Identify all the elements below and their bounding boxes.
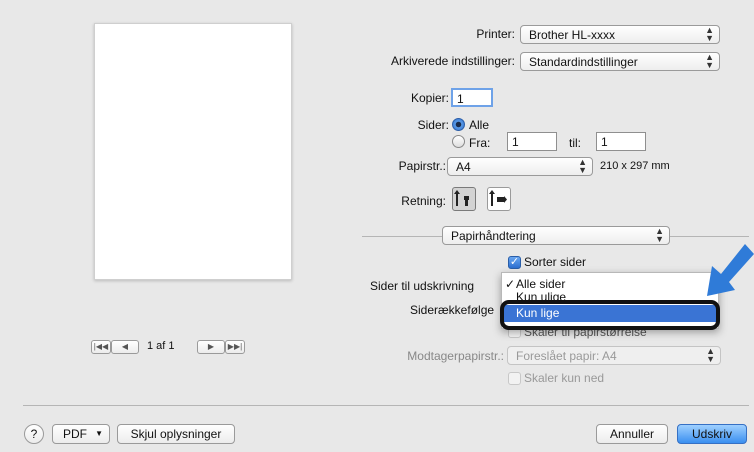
portrait-icon xyxy=(454,190,469,206)
pages-from-label: Fra: xyxy=(469,136,491,150)
scale-down-label: Skaler kun ned xyxy=(524,371,605,385)
print-preview xyxy=(94,23,292,280)
pages-to-print-label: Sider til udskrivning xyxy=(370,279,475,293)
pages-from-input[interactable]: 1 xyxy=(507,132,557,151)
page-order-label: Siderækkefølge xyxy=(410,303,495,317)
next-page-button[interactable]: ▶ xyxy=(197,340,225,354)
presets-label: Arkiverede indstillinger: xyxy=(390,54,515,68)
landscape-orientation-button[interactable] xyxy=(487,187,511,211)
collate-checkbox[interactable]: ✓ xyxy=(508,256,521,269)
presets-value: Standardindstillinger xyxy=(529,55,638,69)
paper-size-select[interactable]: A4 ▲ ▼ xyxy=(447,157,593,176)
help-button[interactable]: ? xyxy=(24,424,44,444)
pages-to-input[interactable]: 1 xyxy=(596,132,646,151)
paper-dimensions: 210 x 297 mm xyxy=(600,160,670,172)
pages-all-label: Alle xyxy=(469,118,490,132)
paper-size-label: Papirstr.: xyxy=(398,159,446,173)
updown-arrows-icon: ▲▼ xyxy=(705,25,714,43)
scale-down-checkbox[interactable] xyxy=(508,372,521,385)
presets-select[interactable]: Standardindstillinger ▲ ▼ xyxy=(520,52,720,71)
section-value: Papirhåndtering xyxy=(451,229,536,243)
prev-page-button[interactable]: ◀ xyxy=(111,340,139,354)
cancel-button[interactable]: Annuller xyxy=(596,424,668,444)
updown-arrows-icon: ▲▼ xyxy=(705,52,714,70)
pages-from-radio[interactable] xyxy=(452,135,465,148)
section-select[interactable]: Papirhåndtering ▲ ▼ xyxy=(442,226,670,245)
section-divider-left xyxy=(362,236,442,237)
callout-arrow-icon xyxy=(707,244,754,296)
dest-paper-select[interactable]: Foreslået papir: A4 ▲ ▼ xyxy=(507,346,721,365)
dest-paper-label: Modtagerpapirstr.: xyxy=(407,349,504,363)
pages-to-label: til: xyxy=(569,136,581,150)
updown-arrows-icon: ▲▼ xyxy=(578,157,587,175)
chevron-down-icon: ▼ xyxy=(95,429,103,438)
updown-arrows-icon: ▲▼ xyxy=(706,346,715,364)
copies-input[interactable]: 1 xyxy=(451,88,493,107)
highlight-outline xyxy=(500,300,720,330)
printer-select[interactable]: Brother HL-xxxx ▲ ▼ xyxy=(520,25,720,44)
dest-paper-value: Foreslået papir: A4 xyxy=(516,349,617,363)
first-page-button[interactable]: |◀◀ xyxy=(91,340,111,354)
orientation-label: Retning: xyxy=(401,194,446,208)
print-button[interactable]: Udskriv xyxy=(677,424,747,444)
landscape-icon xyxy=(489,190,507,206)
copies-label: Kopier: xyxy=(410,91,449,105)
paper-size-value: A4 xyxy=(456,160,471,174)
pdf-label: PDF xyxy=(63,427,87,441)
pages-label: Sider: xyxy=(417,118,449,132)
portrait-orientation-button[interactable] xyxy=(452,187,476,211)
collate-label: Sorter sider xyxy=(524,255,587,269)
printer-label: Printer: xyxy=(476,27,515,41)
hide-details-button[interactable]: Skjul oplysninger xyxy=(117,424,235,444)
updown-arrows-icon: ▲▼ xyxy=(655,226,664,244)
last-page-button[interactable]: ▶▶| xyxy=(225,340,245,354)
section-divider-right xyxy=(670,236,749,237)
pages-all-radio[interactable] xyxy=(452,118,465,131)
page-indicator: 1 af 1 xyxy=(147,340,175,352)
pdf-menu-button[interactable]: PDF ▼ xyxy=(52,424,110,444)
footer-divider xyxy=(23,405,749,406)
printer-value: Brother HL-xxxx xyxy=(529,28,616,42)
